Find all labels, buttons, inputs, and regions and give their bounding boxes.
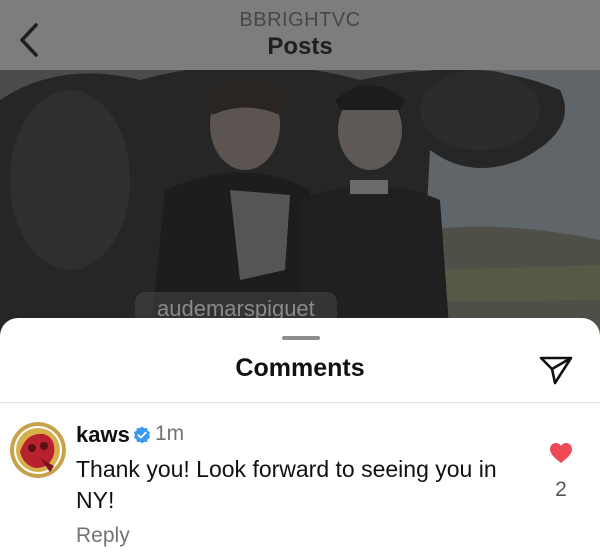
comments-title: Comments — [235, 354, 365, 382]
page-title: Posts — [267, 33, 333, 60]
like-button[interactable] — [549, 442, 573, 464]
comment-item: kaws 1m Thank you! Look forward to seein… — [0, 418, 600, 556]
paper-plane-icon — [539, 356, 573, 385]
heart-icon — [550, 443, 572, 463]
comments-sheet: Comments kaws 1m Thank you! Look forward… — [0, 318, 600, 556]
share-button[interactable] — [538, 354, 574, 386]
drag-handle[interactable] — [282, 336, 320, 340]
verified-badge-icon — [133, 426, 151, 444]
divider — [0, 402, 600, 403]
like-count: 2 — [555, 478, 567, 501]
account-name: BBRIGHTVC — [239, 9, 361, 31]
post-header: BBRIGHTVC Posts — [0, 0, 600, 70]
comment-timestamp: 1m — [155, 422, 185, 445]
comment-text: Thank you! Look forward to seeing you in… — [76, 456, 497, 513]
post-photo: audemarspiguet — [0, 70, 600, 340]
comment-username[interactable]: kaws — [76, 422, 130, 448]
reply-button[interactable]: Reply — [76, 524, 130, 548]
avatar[interactable] — [10, 422, 66, 478]
